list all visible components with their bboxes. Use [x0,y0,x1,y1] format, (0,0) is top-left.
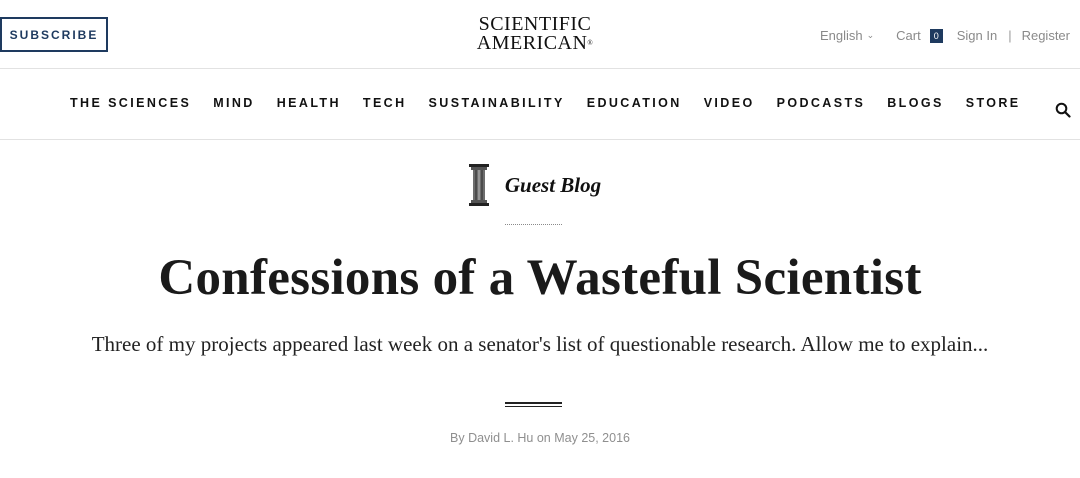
cart-link[interactable]: Cart 0 [896,28,943,43]
logo-line-2-text: AMERICAN [476,32,588,54]
blog-name: Guest Blog [504,172,602,197]
nav-item-podcasts[interactable]: PODCASTS [777,96,866,110]
site-logo[interactable]: SCIENTIFIC AMERICAN® [468,14,602,54]
utility-links: English ⌄ Cart 0 Sign In | Register [820,28,1070,43]
nav-item-tech[interactable]: TECH [363,96,407,110]
article-byline: By David L. Hu on May 25, 2016 [450,431,630,445]
language-selector[interactable]: English ⌄ [820,28,874,43]
nav-item-the-sciences[interactable]: THE SCIENCES [70,96,191,110]
chevron-down-icon: ⌄ [866,30,875,40]
cart-label: Cart [896,28,921,43]
nav-item-blogs[interactable]: BLOGS [887,96,943,110]
registered-mark: ® [587,39,594,47]
nav-item-sustainability[interactable]: SUSTAINABILITY [429,96,565,110]
logo-line-2: AMERICAN® [468,32,602,54]
cart-count-badge: 0 [929,28,943,43]
utility-separator: | [1008,28,1012,43]
blog-label[interactable]: Guest Blog [0,164,1080,206]
sign-in-link[interactable]: Sign In [957,28,997,43]
nav-item-store[interactable]: STORE [966,96,1021,110]
main-nav: THE SCIENCES MIND HEALTH TECH SUSTAINABI… [0,69,1080,140]
article-headline: Confessions of a Wasteful Scientist [158,250,922,306]
nav-item-education[interactable]: EDUCATION [587,96,682,110]
column-icon [468,164,489,206]
register-link[interactable]: Register [1022,28,1070,43]
subscribe-button[interactable]: SUBSCRIBE [0,17,108,52]
search-icon[interactable] [1055,102,1071,118]
double-divider [505,402,562,407]
language-label: English [819,28,863,43]
article-dek: Three of my projects appeared last week … [91,332,989,356]
nav-item-mind[interactable]: MIND [213,96,255,110]
dotted-divider [505,224,562,225]
nav-item-video[interactable]: VIDEO [704,96,755,110]
top-bar: SUBSCRIBE SCIENTIFIC AMERICAN® English ⌄… [0,0,1080,69]
nav-item-health[interactable]: HEALTH [277,96,341,110]
nav-list: THE SCIENCES MIND HEALTH TECH SUSTAINABI… [70,96,1043,110]
